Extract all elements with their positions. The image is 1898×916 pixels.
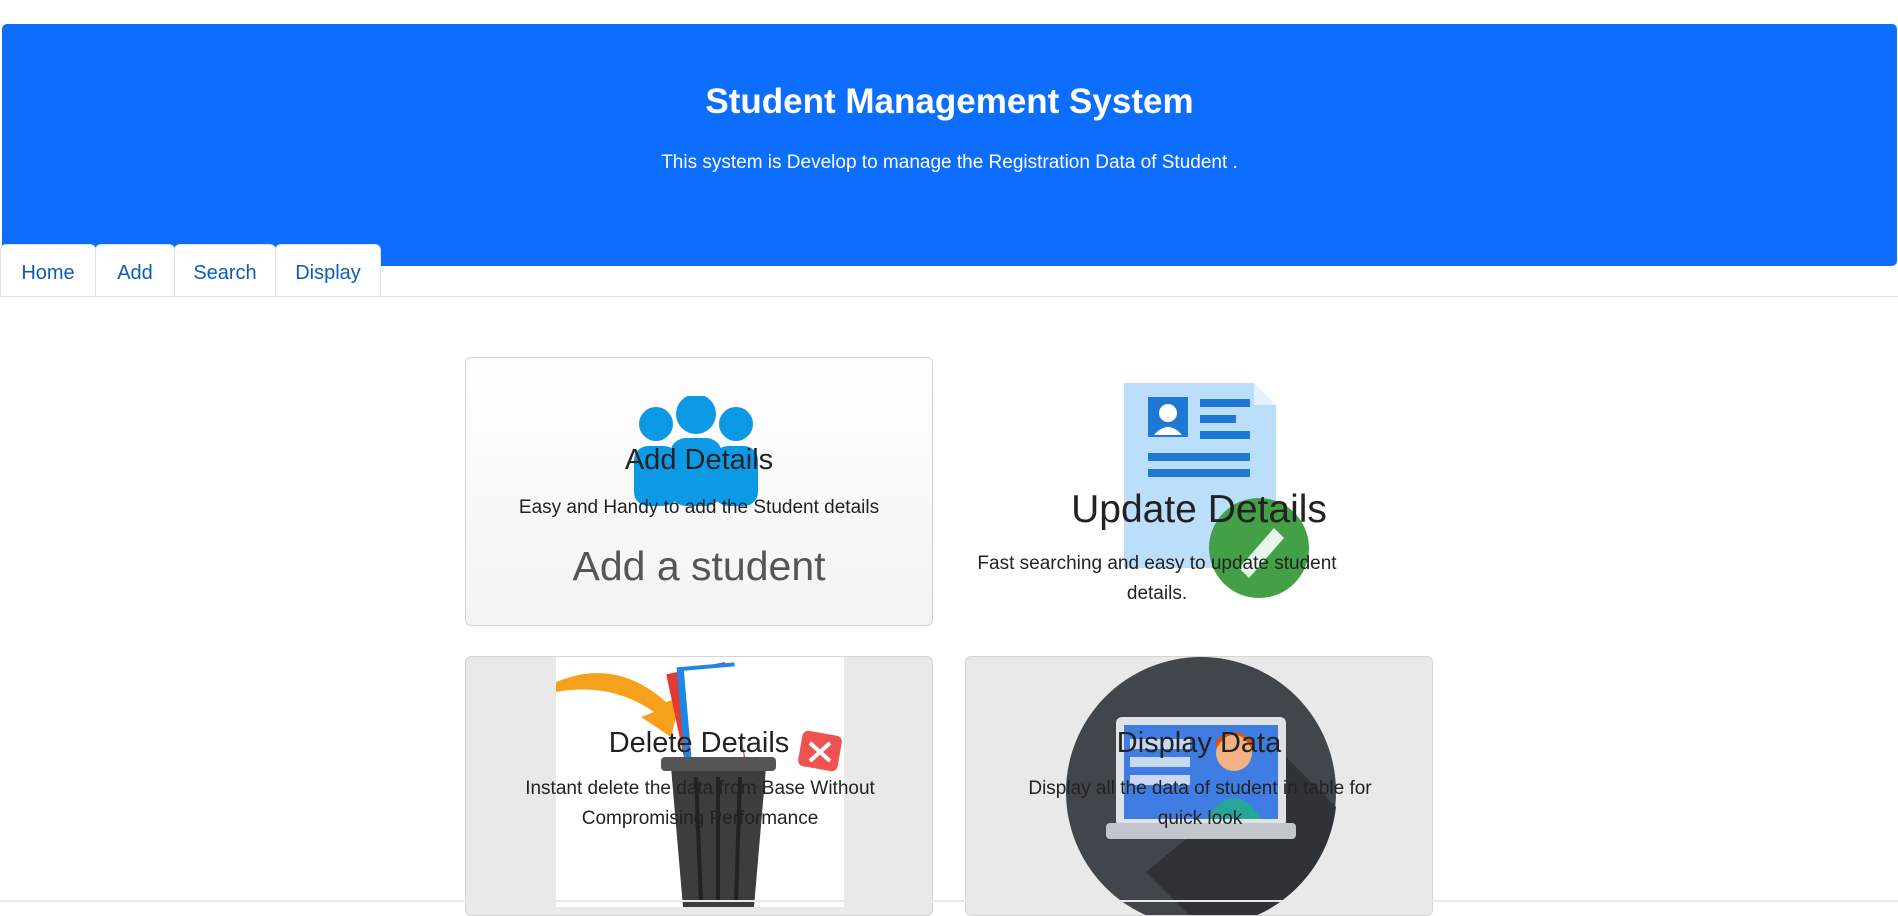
card-description: Instant delete the data from Base Withou… — [525, 778, 875, 829]
card-title: Add Details — [624, 444, 774, 476]
tab-display[interactable]: Display — [275, 244, 381, 296]
hero-banner: Student Management System This system is… — [2, 24, 1897, 266]
tab-add[interactable]: Add — [95, 244, 175, 296]
card-description: Easy and Handy to add the Student detail… — [518, 497, 880, 518]
card-title: Display Data — [1116, 727, 1282, 759]
add-student-image-text: Add a student — [572, 543, 826, 589]
card-description: Display all the data of student in table… — [1028, 778, 1372, 829]
display-data-card[interactable]: Display Data Display all the data of stu… — [965, 656, 1433, 916]
page-title: Student Management System — [705, 82, 1194, 121]
add-details-card[interactable]: Add Details Easy and Handy to add the St… — [465, 357, 933, 626]
page-subtitle: This system is Develop to manage the Reg… — [661, 152, 1238, 173]
tab-home[interactable]: Home — [0, 244, 96, 296]
delete-details-card[interactable]: Delete Details Instant delete the data f… — [465, 656, 933, 916]
update-details-card[interactable]: Update Details Fast searching and easy t… — [965, 357, 1433, 626]
nav-tabs: Home Add Search Display — [0, 244, 1898, 297]
card-title: Update Details — [1071, 488, 1327, 531]
card-title: Delete Details — [608, 727, 790, 759]
card-description: Fast searching and easy to update studen… — [977, 553, 1337, 604]
tab-search[interactable]: Search — [174, 244, 276, 296]
